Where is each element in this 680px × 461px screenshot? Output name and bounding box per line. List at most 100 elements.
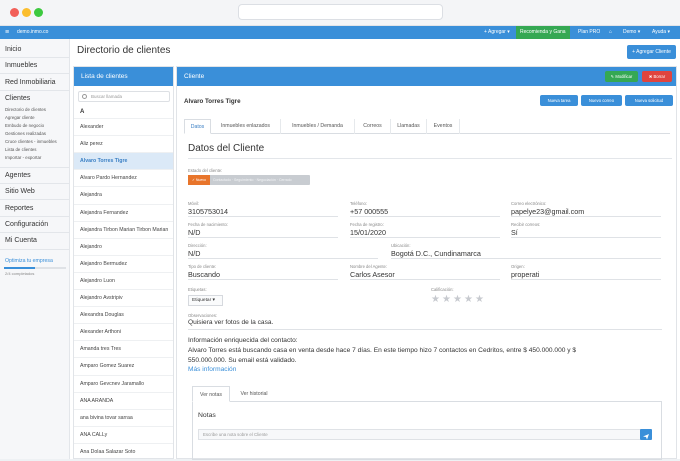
delete-button[interactable]: ✖ Borrar: [642, 71, 672, 82]
client-list-item[interactable]: Alvaro Torres Tigre: [74, 152, 173, 170]
tab-inmuebles-enlazados[interactable]: Inmuebles enlazados: [211, 119, 281, 134]
client-list-item[interactable]: Alexander Arthoni: [74, 323, 173, 340]
tab-llamadas[interactable]: Llamadas: [391, 119, 427, 134]
tab-inmuebles-demanda[interactable]: Inmuebles / Demanda: [281, 119, 355, 134]
sidebar-sub-embudo[interactable]: Embudo de negocio: [5, 123, 44, 128]
sidebar-sub-agregar[interactable]: Agregar cliente: [5, 115, 35, 120]
more-info-link[interactable]: Más información: [188, 366, 236, 373]
client-list-item[interactable]: Aliz perez: [74, 135, 173, 152]
help-menu[interactable]: Ayuda ▾: [652, 26, 670, 39]
top-navbar: ≡ demo.inmo.co + Agregar ▾ Recomienda y …: [0, 26, 680, 39]
new-request-button[interactable]: Nueva solicitud: [625, 95, 673, 106]
star-icon-2[interactable]: ★: [442, 294, 451, 305]
status-active[interactable]: ✓ Nuevo: [188, 175, 210, 185]
tipo-label: Tipo de cliente:: [188, 264, 217, 269]
recibir-label: Recibir correos:: [511, 222, 541, 227]
add-menu[interactable]: + Agregar ▾: [484, 26, 510, 39]
notes-title: Notas: [198, 412, 216, 419]
optimize-progress: [4, 267, 66, 269]
client-list-item[interactable]: ANA ARANDA: [74, 391, 173, 409]
client-list-item[interactable]: Alejandro Bermudez: [74, 254, 173, 272]
client-list-item[interactable]: Amparo Gomez Suarez: [74, 357, 173, 374]
tab-ver-notas[interactable]: Ver notas: [192, 386, 230, 402]
recibir-value: Sí: [511, 228, 518, 237]
new-task-button[interactable]: Nueva tarea: [540, 95, 578, 106]
sidebar-item-red[interactable]: Red Inmobiliaria: [5, 79, 56, 86]
user-menu[interactable]: Demo ▾: [623, 26, 640, 39]
client-list-item[interactable]: ANA CALLy: [74, 425, 173, 443]
send-note-button[interactable]: [640, 429, 652, 440]
enriched-line-2: 550.000.000. Su email está validado.: [188, 357, 297, 364]
agente-label: Nombre del Agente:: [350, 264, 388, 269]
sidebar-sub-cruce[interactable]: Cruce clientes - inmuebles: [5, 139, 57, 144]
menu-icon[interactable]: ≡: [5, 26, 9, 39]
client-list-item[interactable]: Alejandro Avstripiv: [74, 289, 173, 306]
sidebar-item-reportes[interactable]: Reportes: [5, 205, 33, 212]
maximize-dot[interactable]: [34, 8, 43, 17]
note-input[interactable]: Escribe una nota sobre el Cliente: [198, 429, 646, 440]
client-list-item[interactable]: ana bivina tovar sarraa: [74, 408, 173, 426]
sidebar-sub-gestiones[interactable]: Gestiones realizadas: [5, 131, 46, 136]
sidebar-item-sitio[interactable]: Sitio Web: [5, 188, 35, 195]
nacimiento-label: Fecha de nacimiento:: [188, 222, 229, 227]
telefono-value: +57 000555: [350, 207, 389, 216]
sidebar-item-clientes[interactable]: Clientes: [5, 95, 30, 102]
recommend-button[interactable]: Recomienda y Gana: [516, 26, 570, 39]
sidebar-item-configuracion[interactable]: Configuración: [5, 221, 48, 228]
enriched-line-1: Alvaro Torres está buscando casa en vent…: [188, 347, 577, 354]
client-list-item[interactable]: Alvaro Pardo Hernandez: [74, 169, 173, 186]
star-icon-1[interactable]: ★: [431, 294, 440, 305]
sidebar-item-inicio[interactable]: Inicio: [5, 46, 21, 53]
sidebar-item-cuenta[interactable]: Mi Cuenta: [5, 237, 37, 244]
sidebar-item-agentes[interactable]: Agentes: [5, 172, 31, 179]
star-icon-4[interactable]: ★: [464, 294, 473, 305]
movil-label: Móvil:: [188, 201, 199, 206]
client-search-input[interactable]: Buscar llamada: [78, 91, 170, 102]
minimize-dot[interactable]: [22, 8, 31, 17]
star-icon-5[interactable]: ★: [475, 294, 484, 305]
client-list-header: Lista de clientes: [74, 67, 173, 86]
optimize-link[interactable]: Optimiza tu empresa: [5, 258, 53, 264]
client-list-item[interactable]: Alejandra Tirbon Marian Tirbon Marian: [74, 220, 173, 238]
new-email-button[interactable]: Nuevo correo: [581, 95, 622, 106]
client-list-item[interactable]: Alejandro Luon: [74, 271, 173, 289]
tab-correos[interactable]: Correos: [355, 119, 391, 134]
plan-link[interactable]: Plan PRO: [578, 26, 600, 39]
client-list-item[interactable]: Alexandra Douglas: [74, 306, 173, 323]
list-letter-heading: A: [80, 109, 85, 115]
tag-dropdown[interactable]: Etiquetar ▾: [188, 295, 223, 306]
client-list-item[interactable]: Alejandro: [74, 237, 173, 255]
client-list-item[interactable]: Alejandra: [74, 186, 173, 203]
sidebar-item-inmuebles[interactable]: Inmuebles: [5, 62, 37, 69]
address-bar[interactable]: [238, 4, 443, 20]
sidebar-sub-importar[interactable]: Importar - exportar: [5, 155, 41, 160]
help-menu-label: Ayuda: [652, 29, 667, 35]
tipo-value: Buscando: [188, 270, 220, 279]
client-list-item[interactable]: Amparo Gevcnev Jaramallo: [74, 374, 173, 392]
bell-icon[interactable]: ⌂: [609, 26, 612, 39]
client-list-item[interactable]: Ana Dolaa Salazar Soto: [74, 442, 173, 460]
star-icon-3[interactable]: ★: [453, 294, 462, 305]
page-title: Directorio de clientes: [77, 45, 171, 56]
modify-button-label: Modificar: [615, 74, 633, 79]
direccion-value: N/D: [188, 249, 201, 258]
correo-value: papelye23@gmail.com: [511, 207, 585, 216]
tab-ver-historial[interactable]: Ver historial: [232, 386, 276, 402]
status-active-label: Nuevo: [195, 178, 207, 182]
tab-eventos[interactable]: Eventos: [427, 119, 460, 134]
optimize-status: 2/4 completados: [5, 271, 35, 276]
client-status-bar[interactable]: ✓ Nuevo Contactado · Seguimiento · Negoc…: [188, 175, 310, 185]
client-list-item[interactable]: Alexander: [74, 118, 173, 135]
enriched-title: Información enriquecida del contacto:: [188, 337, 298, 344]
add-menu-label: Agregar: [488, 29, 506, 35]
brand-link[interactable]: demo.inmo.co: [17, 26, 48, 39]
client-list-item[interactable]: Alejandra Fernandez: [74, 203, 173, 221]
client-list-item[interactable]: Amanda tres Tres: [74, 340, 173, 357]
send-icon: [643, 434, 649, 440]
sidebar-sub-lista[interactable]: Lista de clientes: [5, 147, 37, 152]
tab-datos[interactable]: Datos: [184, 119, 211, 134]
close-dot[interactable]: [10, 8, 19, 17]
sidebar-sub-directorio[interactable]: Directorio de clientes: [5, 107, 46, 112]
modify-button[interactable]: ✎ Modificar: [605, 71, 638, 82]
add-client-button[interactable]: + Agregar Cliente: [627, 45, 676, 59]
